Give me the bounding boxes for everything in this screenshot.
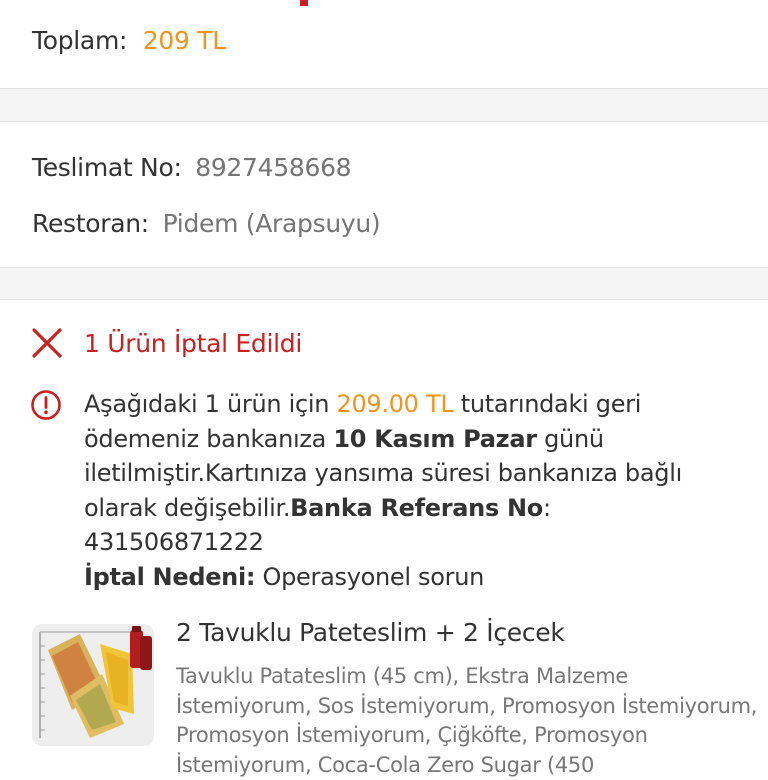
cancel-reason-label: İptal Nedeni: (84, 562, 256, 591)
close-x-icon (32, 328, 62, 358)
total-value: 209 TL (142, 26, 226, 55)
restaurant-value: Pidem (Arapsuyu) (162, 209, 381, 238)
product-photo-illustration (32, 624, 154, 746)
cancellation-title: 1 Ürün İptal Edildi (84, 328, 302, 358)
bank-reference-label: Banka Referans No (290, 493, 543, 522)
delivery-no-label: Teslimat No: (32, 153, 182, 182)
product-name: 2 Tavuklu Pateteslim + 2 İçecek (176, 618, 565, 647)
cut-off-text: • ~ ~ ~ ~ ~ ~ ~ ~ ~ ~ ~ ~ ~ ~ ~ (32, 0, 462, 10)
refund-info-part1: Aşağıdaki 1 ürün için (84, 390, 337, 418)
total-label: Toplam: (32, 26, 128, 55)
delivery-no-row: Teslimat No: 8927458668 (32, 153, 352, 182)
bank-reference-value: 431506871222 (84, 528, 264, 556)
previous-line-fragment: • ~ ~ ~ ~ ~ ~ ~ ~ ~ ~ ~ ~ ~ ~ ~ (0, 0, 768, 10)
cancellation-header: 1 Ürün İptal Edildi (30, 326, 302, 360)
bank-reference-separator: : (542, 493, 551, 522)
restaurant-row: Restoran: Pidem (Arapsuyu) (32, 209, 381, 238)
refund-info-text: Aşağıdaki 1 ürün için 209.00 TL tutarınd… (84, 387, 756, 594)
section-separator (0, 267, 768, 300)
info-circle-icon (31, 390, 61, 420)
refund-date: 10 Kasım Pazar (333, 424, 537, 453)
cancel-reason-value: Operasyonel sorun (255, 562, 485, 591)
cut-off-accent (300, 0, 308, 6)
total-row: Toplam: 209 TL (32, 26, 226, 55)
restaurant-label: Restoran: (32, 209, 149, 238)
delivery-no-value: 8927458668 (195, 153, 352, 182)
product-image (32, 624, 154, 746)
product-description: Tavuklu Patateslim (45 cm), Ekstra Malze… (176, 664, 758, 777)
refund-amount: 209.00 TL (336, 390, 454, 418)
section-separator (0, 88, 768, 122)
